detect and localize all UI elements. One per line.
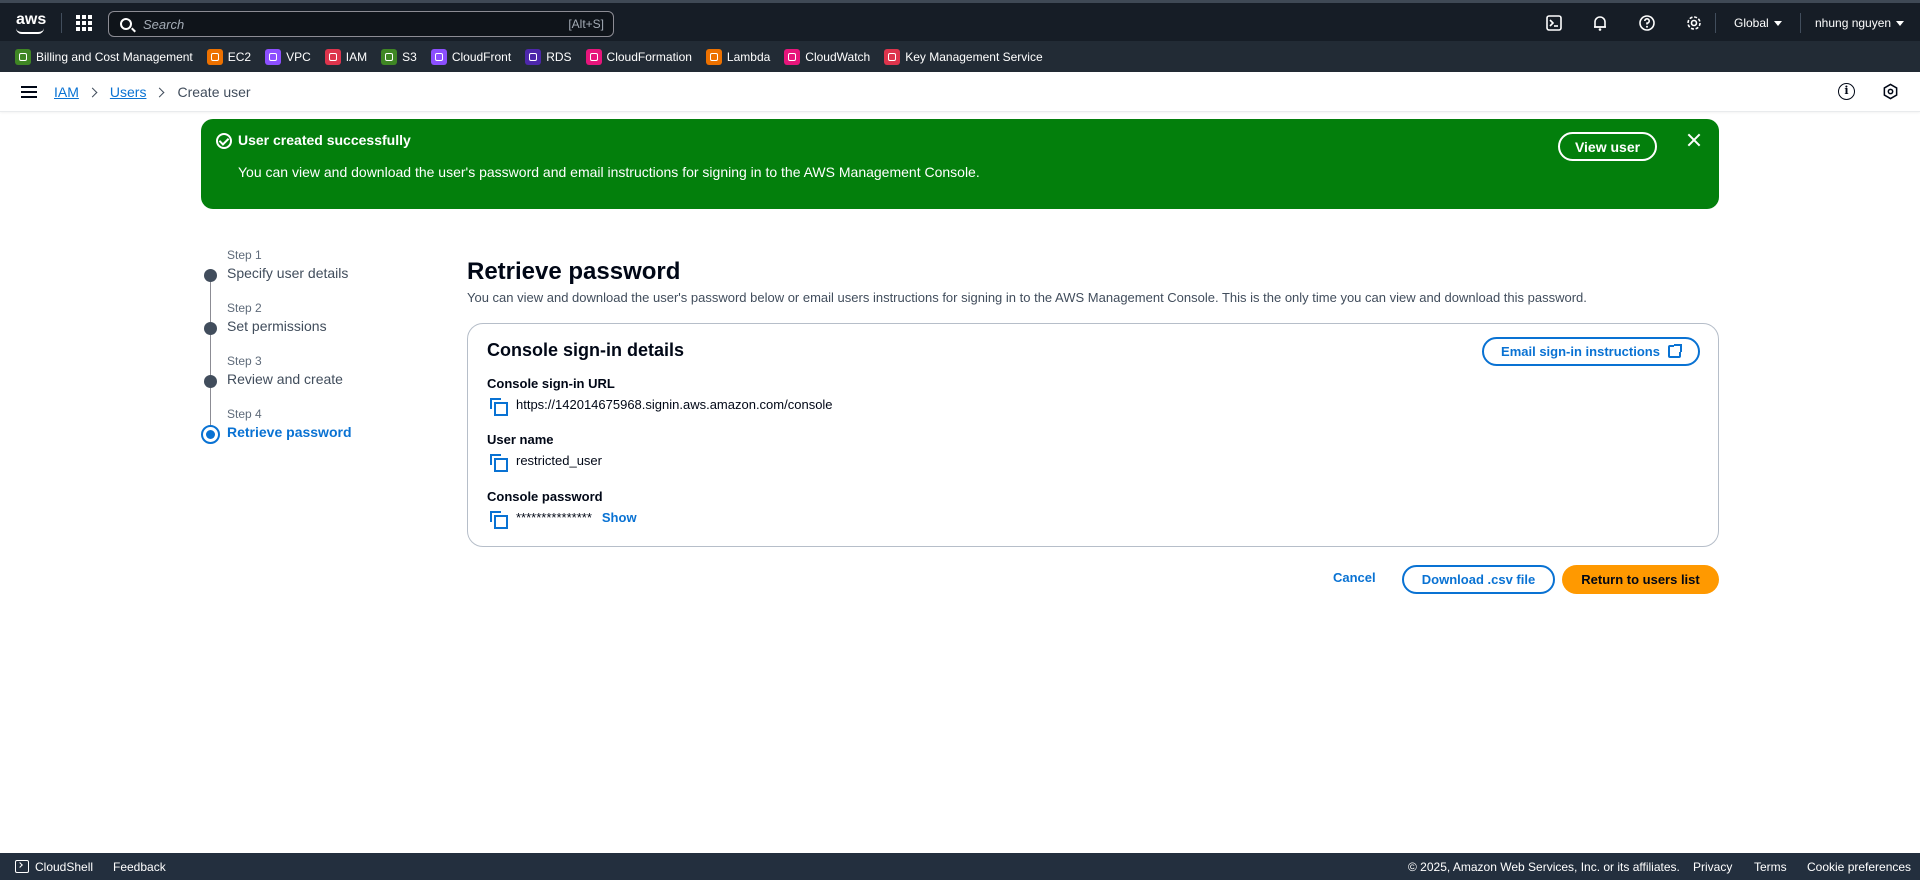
favorites-bar: Billing and Cost Management EC2 VPC IAM …: [0, 41, 1920, 72]
footer: CloudShell Feedback © 2025, Amazon Web S…: [0, 853, 1920, 880]
favorite-cloudwatch[interactable]: CloudWatch: [784, 48, 870, 65]
favorite-vpc[interactable]: VPC: [265, 48, 311, 65]
top-navigation: aws Search [Alt+S] Global nhung nguyen: [0, 0, 1920, 41]
account-menu[interactable]: nhung nguyen: [1815, 16, 1905, 30]
privacy-link[interactable]: Privacy: [1693, 860, 1732, 874]
cloudshell-icon[interactable]: [1545, 14, 1563, 32]
nav-divider: [1715, 13, 1716, 33]
step-dot: [204, 269, 217, 282]
console-sign-in-card: Console sign-in details Email sign-in in…: [467, 323, 1719, 547]
step-dot: [204, 322, 217, 335]
terms-link[interactable]: Terms: [1754, 860, 1787, 874]
favorite-iam[interactable]: IAM: [324, 48, 367, 65]
close-icon[interactable]: [1687, 133, 1701, 147]
copy-icon[interactable]: [490, 453, 508, 472]
nav-divider: [1800, 13, 1801, 33]
copyright-text: © 2025, Amazon Web Services, Inc. or its…: [1408, 860, 1680, 874]
show-password-link[interactable]: Show: [602, 510, 637, 525]
billing-service-icon: [15, 48, 31, 65]
lambda-service-icon: [705, 48, 722, 65]
help-icon[interactable]: [1638, 14, 1656, 32]
search-input[interactable]: Search [Alt+S]: [108, 11, 614, 37]
favorite-rds[interactable]: RDS: [525, 48, 572, 65]
password-value: ***************: [516, 510, 592, 525]
favorite-cloudfront[interactable]: CloudFront: [430, 48, 511, 65]
step-active-dot: [201, 425, 220, 444]
favorite-s3[interactable]: S3: [381, 48, 417, 65]
wizard-step-1[interactable]: Step 1 Specify user details: [201, 248, 441, 322]
iam-service-icon: [324, 48, 341, 65]
notifications-hex-icon[interactable]: [1882, 83, 1899, 100]
aws-logo[interactable]: aws: [16, 11, 46, 35]
cloudshell-link[interactable]: CloudShell: [35, 860, 93, 874]
settings-gear-icon[interactable]: [1685, 14, 1703, 32]
search-icon: [120, 18, 132, 30]
external-link-icon: [1667, 344, 1682, 358]
page-title: Retrieve password: [467, 258, 681, 285]
cloudformation-service-icon: [585, 48, 602, 65]
sign-in-url-field: Console sign-in URL https://142014675968…: [487, 376, 833, 416]
info-icon[interactable]: i: [1838, 83, 1855, 100]
breadcrumb-users[interactable]: Users: [110, 84, 147, 100]
flash-message: You can view and download the user's pas…: [238, 164, 980, 180]
cancel-button[interactable]: Cancel: [1333, 570, 1376, 585]
wizard-step-3[interactable]: Step 3 Review and create: [201, 354, 441, 428]
favorite-lambda[interactable]: Lambda: [705, 48, 770, 65]
breadcrumb-bar: IAM Users Create user i: [0, 72, 1920, 112]
copy-icon[interactable]: [490, 397, 508, 416]
feedback-link[interactable]: Feedback: [113, 860, 166, 874]
view-user-button[interactable]: View user: [1558, 132, 1657, 161]
rds-service-icon: [525, 48, 542, 65]
wizard-steps: Step 1 Specify user details Step 2 Set p…: [201, 248, 441, 460]
menu-hamburger-icon[interactable]: [21, 86, 37, 98]
region-selector[interactable]: Global: [1734, 16, 1782, 30]
success-check-icon: [216, 133, 232, 149]
cloudfront-service-icon: [430, 48, 447, 65]
card-title: Console sign-in details: [487, 340, 685, 360]
wizard-step-2[interactable]: Step 2 Set permissions: [201, 301, 441, 375]
nav-divider: [61, 13, 62, 33]
wizard-step-4: Step 4 Retrieve password: [201, 407, 441, 460]
step-dot: [204, 375, 217, 388]
caret-down-icon: [1773, 21, 1782, 27]
bell-icon[interactable]: [1591, 14, 1609, 32]
sign-in-url-value: https://142014675968.signin.aws.amazon.c…: [516, 397, 833, 412]
username-field: User name restricted_user: [487, 432, 602, 472]
chevron-right-icon: [87, 87, 98, 97]
kms-service-icon: [884, 48, 901, 65]
cloudshell-icon[interactable]: [15, 860, 29, 873]
s3-service-icon: [381, 48, 398, 65]
flash-title: User created successfully: [238, 132, 411, 148]
cookie-preferences-link[interactable]: Cookie preferences: [1807, 860, 1911, 874]
breadcrumb-iam[interactable]: IAM: [54, 84, 79, 100]
copy-icon[interactable]: [490, 510, 508, 529]
success-flash-banner: User created successfully You can view a…: [201, 119, 1719, 209]
services-grid-icon[interactable]: [76, 15, 92, 31]
favorite-billing[interactable]: Billing and Cost Management: [15, 48, 193, 65]
breadcrumb: IAM Users Create user: [54, 84, 251, 100]
chevron-right-icon: [155, 87, 165, 97]
email-sign-in-instructions-button[interactable]: Email sign-in instructions: [1482, 337, 1700, 366]
vpc-service-icon: [265, 48, 282, 65]
caret-down-icon: [1896, 21, 1905, 27]
return-to-users-list-button[interactable]: Return to users list: [1562, 565, 1719, 594]
page-description: You can view and download the user's pas…: [467, 290, 1587, 305]
favorite-kms[interactable]: Key Management Service: [884, 48, 1043, 65]
password-field: Console password *************** Show: [487, 489, 637, 529]
favorite-cloudformation[interactable]: CloudFormation: [585, 48, 692, 65]
cloudwatch-service-icon: [784, 48, 801, 65]
download-csv-button[interactable]: Download .csv file: [1402, 565, 1555, 594]
ec2-service-icon: [206, 48, 223, 65]
breadcrumb-current: Create user: [177, 84, 251, 100]
username-value: restricted_user: [516, 453, 602, 468]
favorite-ec2[interactable]: EC2: [206, 48, 251, 65]
